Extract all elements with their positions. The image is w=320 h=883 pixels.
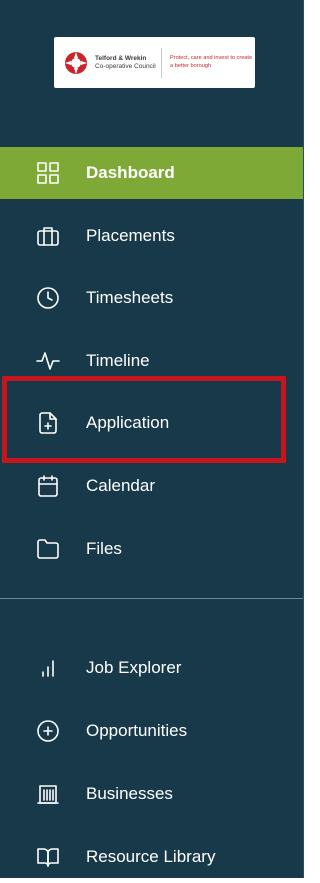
- sidebar-item-label: Businesses: [86, 784, 173, 803]
- plus-circle-icon: [35, 718, 61, 744]
- sidebar-item-label: Resource Library: [86, 847, 216, 866]
- sidebar-item-timesheets[interactable]: Timesheets: [0, 272, 303, 324]
- bar-chart-icon: [35, 655, 61, 681]
- logo-org-line1: Telford & Wrekin: [95, 54, 147, 62]
- sidebar-item-label: Dashboard: [86, 163, 175, 182]
- building-icon: [35, 781, 61, 807]
- sidebar-item-label: Application: [86, 413, 170, 432]
- council-logo-icon: [65, 51, 87, 74]
- sidebar-item-application[interactable]: Application: [0, 397, 303, 449]
- sidebar-item-label: Calendar: [86, 476, 155, 495]
- sidebar-item-timeline[interactable]: Timeline: [0, 335, 303, 387]
- file-plus-icon: [35, 410, 61, 436]
- organization-logo[interactable]: Telford & Wrekin Co-operative Council Pr…: [54, 37, 255, 88]
- sidebar-nav: Telford & Wrekin Co-operative Council Pr…: [0, 0, 304, 878]
- sidebar-item-label: Timesheets: [86, 288, 174, 307]
- nav-divider: [0, 598, 303, 599]
- clock-icon: [35, 285, 61, 311]
- calendar-icon: [35, 473, 61, 499]
- sidebar-item-opportunities[interactable]: Opportunities: [0, 705, 303, 757]
- sidebar-item-businesses[interactable]: Businesses: [0, 768, 303, 820]
- sidebar-item-job-explorer[interactable]: Job Explorer: [0, 642, 303, 694]
- grid-icon: [35, 160, 61, 186]
- logo-divider: [161, 47, 162, 78]
- logo-org-line2: Co-operative Council: [95, 62, 156, 70]
- sidebar-item-files[interactable]: Files: [0, 523, 303, 575]
- sidebar-item-label: Timeline: [86, 351, 150, 370]
- sidebar-item-label: Files: [86, 539, 122, 558]
- sidebar-item-dashboard[interactable]: Dashboard: [0, 147, 303, 199]
- logo-org-name: Telford & Wrekin Co-operative Council: [95, 55, 157, 71]
- sidebar-item-label: Opportunities: [86, 721, 188, 740]
- sidebar-item-placements[interactable]: Placements: [0, 210, 303, 262]
- briefcase-icon: [35, 223, 61, 249]
- folder-icon: [35, 536, 61, 562]
- activity-icon: [35, 348, 61, 374]
- logo-tagline: Protect, care and invest to create a bet…: [170, 55, 253, 69]
- sidebar-item-label: Placements: [86, 226, 175, 245]
- sidebar-item-calendar[interactable]: Calendar: [0, 460, 303, 512]
- sidebar-item-resource-library[interactable]: Resource Library: [0, 831, 303, 883]
- sidebar-item-label: Job Explorer: [86, 658, 182, 677]
- book-open-icon: [35, 844, 61, 870]
